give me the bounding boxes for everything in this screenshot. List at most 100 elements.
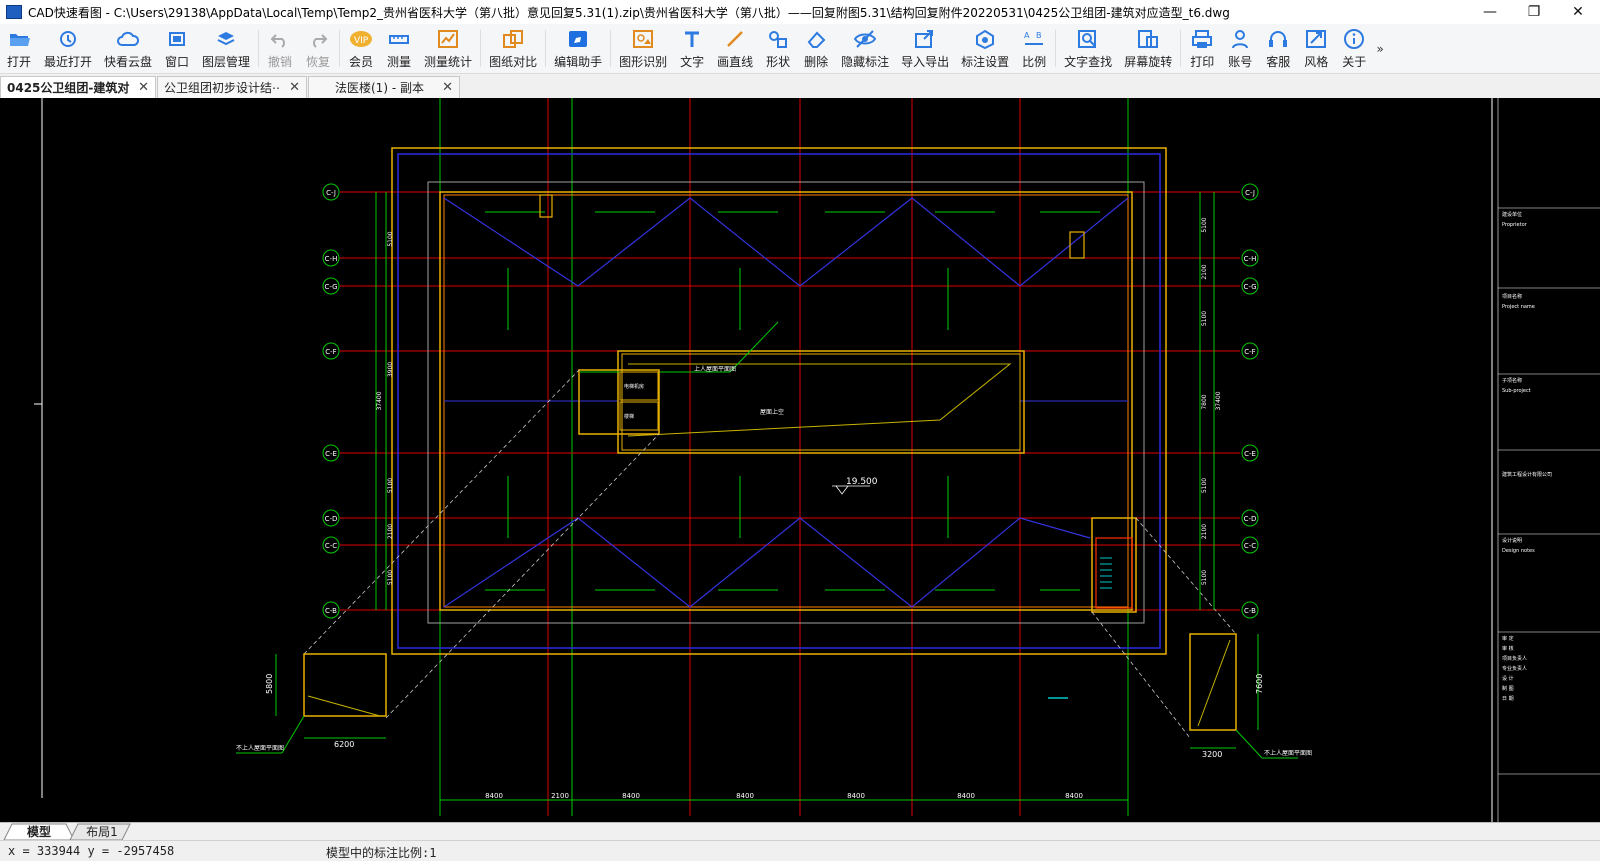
- toolbar-button-layers[interactable]: 图层管理: [196, 24, 256, 73]
- ruler-icon: [387, 28, 411, 50]
- toolbar-separator: [1055, 30, 1057, 67]
- window-title: CAD快速看图 - C:\Users\29138\AppData\Local\T…: [28, 5, 1230, 20]
- compare-icon: [501, 28, 525, 50]
- cursor-coordinates: x = 333944 y = -2957458: [8, 844, 175, 858]
- close-button[interactable]: ✕: [1556, 0, 1600, 24]
- dimension-label-total: 37400: [1215, 391, 1222, 410]
- headset-icon: [1266, 28, 1290, 50]
- toolbar-button-compare[interactable]: 图纸对比: [483, 24, 543, 73]
- cad-drawing[interactable]: 上人屋面平面图 屋面上空 电梯机房 楼梯 19.500 5800 6200 不上…: [0, 98, 1600, 822]
- svg-text:A: A: [1024, 31, 1030, 40]
- layout-tab-model[interactable]: 模型: [12, 823, 66, 840]
- title-block-text: Sub-project: [1502, 388, 1531, 394]
- toolbar-overflow-button[interactable]: »: [1373, 24, 1387, 73]
- tab-document-3[interactable]: 法医楼(1) - 副本 ✕: [308, 76, 460, 98]
- toolbar-button-screen-rotate[interactable]: 屏幕旋转: [1118, 24, 1178, 73]
- toolbar-button-info[interactable]: 关于: [1335, 24, 1373, 73]
- import-export-icon: [913, 28, 937, 50]
- toolbar-button-folder-open[interactable]: 打开: [0, 24, 38, 73]
- toolbar-button-measure-stats[interactable]: 测量统计: [418, 24, 478, 73]
- drawing-canvas[interactable]: 上人屋面平面图 屋面上空 电梯机房 楼梯 19.500 5800 6200 不上…: [0, 98, 1600, 822]
- app-logo-icon: [6, 5, 22, 19]
- axis-bubble-label: C-E: [325, 450, 337, 458]
- title-bar: CAD快速看图 - C:\Users\29138\AppData\Local\T…: [0, 0, 1600, 24]
- dimension-label: 8400: [736, 792, 754, 800]
- stair-box: [1091, 517, 1137, 613]
- toolbar-button-hide-annotation[interactable]: 隐藏标注: [835, 24, 895, 73]
- screen-rotate-icon: [1136, 28, 1160, 50]
- toolbar-button-label: 测量统计: [424, 55, 473, 69]
- annotation-settings-icon: [973, 28, 997, 50]
- toolbar-button-label: 关于: [1342, 55, 1367, 69]
- toolbar-button-label: 测量: [387, 55, 412, 69]
- toolbar-button-window[interactable]: 窗口: [158, 24, 196, 73]
- tab-close-icon[interactable]: ✕: [289, 80, 300, 95]
- toolbar-button-redo[interactable]: 恢复: [299, 24, 337, 73]
- toolbar-button-history[interactable]: 最近打开: [38, 24, 98, 73]
- info-icon: [1342, 28, 1366, 50]
- tab-close-icon[interactable]: ✕: [138, 80, 149, 95]
- toolbar-button-shape[interactable]: 形状: [759, 24, 797, 73]
- toolbar-button-label: 图纸对比: [489, 55, 538, 69]
- toolbar-button-text[interactable]: 文字: [673, 24, 711, 73]
- toolbar-button-scale[interactable]: A B 比例: [1015, 24, 1053, 73]
- toolbar-button-ruler[interactable]: 测量: [380, 24, 418, 73]
- toolbar-button-user[interactable]: 账号: [1221, 24, 1259, 73]
- user-icon: [1228, 28, 1252, 50]
- axis-bubble-label: C-H: [325, 255, 338, 263]
- axis-bubble-label: C-C: [1244, 542, 1256, 550]
- axis-bubble-label: C-H: [1244, 255, 1257, 263]
- toolbar-button-label: 恢复: [306, 55, 331, 69]
- toolbar-button-edit-assistant[interactable]: 编辑助手: [548, 24, 608, 73]
- toolbar-button-label: 文字: [680, 55, 705, 69]
- dimension-label: 3900: [387, 362, 394, 377]
- tab-document-2[interactable]: 公卫组团初步设计结⋯ ✕: [157, 76, 307, 98]
- edit-assistant-icon: [566, 28, 590, 50]
- main-toolbar: 打开 最近打开 快看云盘 窗口 图层管理 撤销 恢复 VIP 会员 测量 测量统计 图纸对比 编辑助手 图…: [0, 24, 1600, 74]
- title-block-text: 项目负责人: [1502, 655, 1527, 662]
- dimension-label: 2100: [387, 524, 394, 539]
- toolbar-button-undo[interactable]: 撤销: [261, 24, 299, 73]
- toolbar-button-label: 屏幕旋转: [1124, 55, 1173, 69]
- detail-right: [1189, 633, 1237, 731]
- detail-right-width: 3200: [1202, 750, 1222, 759]
- toolbar-button-text-search[interactable]: 文字查找: [1058, 24, 1118, 73]
- tab-label: 0425公卫组团-建筑对-: [7, 81, 131, 95]
- toolbar-button-printer[interactable]: 打印: [1183, 24, 1221, 73]
- inner-wall-outline: [427, 181, 1145, 624]
- maximize-button[interactable]: ❐: [1512, 0, 1556, 24]
- dimension-label: 7800: [1201, 394, 1208, 409]
- detail-left-height: 5800: [265, 674, 274, 694]
- toolbar-button-label: 账号: [1228, 55, 1253, 69]
- toolbar-button-cloud[interactable]: 快看云盘: [98, 24, 158, 73]
- folder-open-icon: [7, 28, 31, 50]
- redo-icon: [306, 28, 330, 50]
- eraser-icon: [804, 28, 828, 50]
- toolbar-button-headset[interactable]: 客服: [1259, 24, 1297, 73]
- toolbar-button-shape-recognition[interactable]: 图形识别: [613, 24, 673, 73]
- toolbar-button-label: 撤销: [268, 55, 293, 69]
- toolbar-separator: [1180, 30, 1182, 67]
- toolbar-button-style[interactable]: 风格: [1297, 24, 1335, 73]
- toolbar-separator: [258, 30, 260, 67]
- tab-document-1[interactable]: 0425公卫组团-建筑对- ✕: [0, 76, 156, 98]
- tab-label: 法医楼(1) - 副本: [335, 81, 424, 95]
- toolbar-button-label: 图层管理: [202, 55, 251, 69]
- dimension-label: 8400: [847, 792, 865, 800]
- toolbar-button-line[interactable]: 画直线: [711, 24, 759, 73]
- measure-stats-icon: [436, 28, 460, 50]
- toolbar-separator: [610, 30, 612, 67]
- minimize-button[interactable]: —: [1468, 0, 1512, 24]
- title-block-text: Design notes: [1502, 548, 1535, 554]
- toolbar-button-import-export[interactable]: 导入导出: [895, 24, 955, 73]
- toolbar-separator: [545, 30, 547, 67]
- toolbar-button-vip[interactable]: VIP 会员: [342, 24, 380, 73]
- title-block-text: 项目名称: [1502, 293, 1522, 300]
- dimension-label: 5100: [387, 478, 394, 493]
- toolbar-button-eraser[interactable]: 删除: [797, 24, 835, 73]
- axis-bubble-label: C-G: [1243, 283, 1256, 291]
- layout-tab-layout1[interactable]: 布局1: [78, 823, 126, 840]
- toolbar-button-annotation-settings[interactable]: 标注设置: [955, 24, 1015, 73]
- tab-close-icon[interactable]: ✕: [442, 80, 453, 95]
- dimension-label: 8400: [1065, 792, 1083, 800]
